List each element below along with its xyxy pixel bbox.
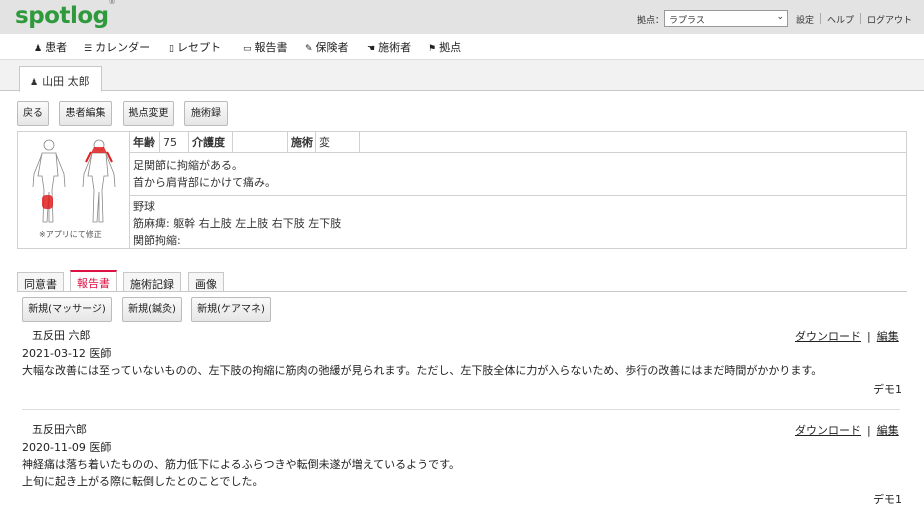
nav-item-calendar[interactable]: ☰ カレンダー	[84, 39, 150, 55]
body-diagram[interactable]: ※アプリにて修正	[18, 132, 130, 248]
top-bar: spotlog® 拠点： ラプラス ⌄ 設定 ヘルプ ログアウト	[0, 0, 924, 34]
tab-images[interactable]: 画像	[188, 272, 224, 292]
patient-details: 野球 筋麻痺: 躯幹 右上肢 左上肢 右下肢 左下肢 関節拘縮:	[133, 198, 341, 249]
report-actions: ダウンロード | 編集	[795, 328, 899, 344]
main-nav: ♟ 患者 ☰ カレンダー ▯ レセプト ▭ 報告書 ✎ 保険者 ☚ 施術者 ⚑ 拠点	[0, 34, 924, 60]
edit-patient-button[interactable]: 患者編集	[59, 101, 112, 126]
logo-text: spotlog	[15, 3, 109, 29]
wrench-icon: ✎	[305, 44, 313, 54]
nav-item-label: カレンダー	[95, 41, 151, 54]
new-massage-report-button[interactable]: 新規(マッサージ)	[22, 297, 112, 322]
chevron-down-icon: ⌄	[776, 12, 784, 22]
base-label: 拠点：	[637, 16, 665, 26]
separator: |	[867, 330, 871, 343]
report-body: 神経痛は落ち着いたものの、筋力低下によるふらつきや転倒未遂が増えているようです。	[22, 458, 461, 471]
report-body: 大幅な改善には至っていないものの、左下肢の拘縮に筋肉の弛緩が見られます。ただし、…	[22, 364, 823, 377]
nav-item-label: 保険者	[315, 41, 349, 54]
edit-link[interactable]: 編集	[877, 330, 899, 343]
download-link[interactable]: ダウンロード	[795, 330, 861, 343]
divider	[860, 13, 862, 24]
edit-link[interactable]: 編集	[877, 424, 899, 437]
note-line: 足関節に拘縮がある。	[133, 159, 243, 172]
body-figure-icon	[32, 139, 116, 223]
nav-item-bases[interactable]: ⚑ 拠点	[428, 39, 461, 55]
report-date: 2020-11-09 医師	[22, 441, 112, 454]
download-link[interactable]: ダウンロード	[795, 424, 861, 437]
report-author: デモ1	[873, 493, 902, 506]
flag-icon: ⚑	[428, 44, 437, 54]
age-value: 75	[160, 132, 189, 153]
age-label: 年齢	[130, 132, 160, 153]
person-icon: ♟	[34, 44, 43, 54]
detail-line: 野球	[133, 200, 155, 213]
patient-notes: 足関節に拘縮がある。 首から肩背部にかけて痛み。	[133, 157, 276, 191]
top-links: 設定 ヘルプ ログアウト	[796, 13, 912, 26]
new-caremanager-report-button[interactable]: 新規(ケアマネ)	[191, 297, 271, 322]
base-select[interactable]: ラプラス ⌄	[664, 10, 788, 27]
patient-info-box: ※アプリにて修正 年齢 75 介護度 施術 変 足関節に拘縮がある。 首から肩背…	[17, 131, 907, 249]
report-actions: ダウンロード | 編集	[795, 422, 899, 438]
registered-mark: ®	[108, 0, 116, 7]
clipboard-icon: ▯	[169, 44, 174, 54]
care-level-value	[233, 132, 288, 153]
separator: |	[867, 424, 871, 437]
nav-item-label: レセプト	[176, 41, 221, 54]
report-author: デモ1	[873, 383, 902, 396]
help-link[interactable]: ヘルプ	[827, 13, 854, 26]
new-acupuncture-report-button[interactable]: 新規(鍼灸)	[122, 297, 182, 322]
report-date: 2021-03-12 医師	[22, 347, 112, 360]
nav-item-label: 患者	[45, 41, 68, 54]
tab-reports[interactable]: 報告書	[70, 270, 117, 291]
detail-line: 関節拘縮:	[133, 234, 181, 247]
nav-item-receipt[interactable]: ▯ レセプト	[169, 39, 221, 55]
report-body: 上旬に起き上がる際に転倒したとのことでした。	[22, 475, 264, 488]
figure-caption: ※アプリにて修正	[39, 230, 102, 239]
nav-item-label: 施術者	[378, 41, 412, 54]
change-base-button[interactable]: 拠点変更	[123, 101, 174, 126]
report-recipient: 五反田六郎	[32, 423, 87, 436]
report-recipient: 五反田 六郎	[32, 329, 91, 342]
base-select-value: ラプラス	[669, 16, 705, 26]
patient-tab-bar	[0, 60, 924, 91]
divider	[130, 195, 906, 196]
logout-link[interactable]: ログアウト	[867, 13, 912, 26]
treatment-label: 施術	[288, 132, 316, 153]
nav-item-patients[interactable]: ♟ 患者	[34, 39, 67, 55]
tab-consent[interactable]: 同意書	[17, 272, 64, 292]
report-divider	[22, 409, 900, 410]
tab-treatment-records[interactable]: 施術記録	[123, 272, 181, 292]
info-header-row: 年齢 75 介護度 施術 変	[130, 132, 906, 153]
patient-name: 山田 太郎	[42, 75, 90, 88]
document-icon: ▭	[243, 44, 252, 54]
patient-tab[interactable]: ♟ 山田 太郎	[19, 66, 102, 92]
nav-item-practitioners[interactable]: ☚ 施術者	[367, 39, 411, 55]
nav-item-label: 報告書	[254, 41, 288, 54]
nav-item-insurers[interactable]: ✎ 保険者	[305, 39, 349, 55]
care-level-label: 介護度	[189, 132, 233, 153]
back-button[interactable]: 戻る	[17, 101, 49, 126]
detail-line: 筋麻痺: 躯幹 右上肢 左上肢 右下肢 左下肢	[133, 217, 342, 230]
settings-link[interactable]: 設定	[796, 13, 814, 26]
person-icon: ♟	[30, 78, 39, 88]
nav-item-label: 拠点	[439, 41, 462, 54]
logo[interactable]: spotlog®	[15, 0, 116, 29]
nav-item-reports[interactable]: ▭ 報告書	[243, 39, 288, 55]
list-icon: ☰	[84, 44, 93, 54]
divider	[820, 13, 822, 24]
hand-icon: ☚	[367, 44, 376, 54]
treatment-value: 変	[316, 132, 360, 153]
tab-underline	[17, 291, 907, 292]
treatment-record-button[interactable]: 施術録	[184, 101, 228, 126]
note-line: 首から肩背部にかけて痛み。	[133, 176, 276, 189]
